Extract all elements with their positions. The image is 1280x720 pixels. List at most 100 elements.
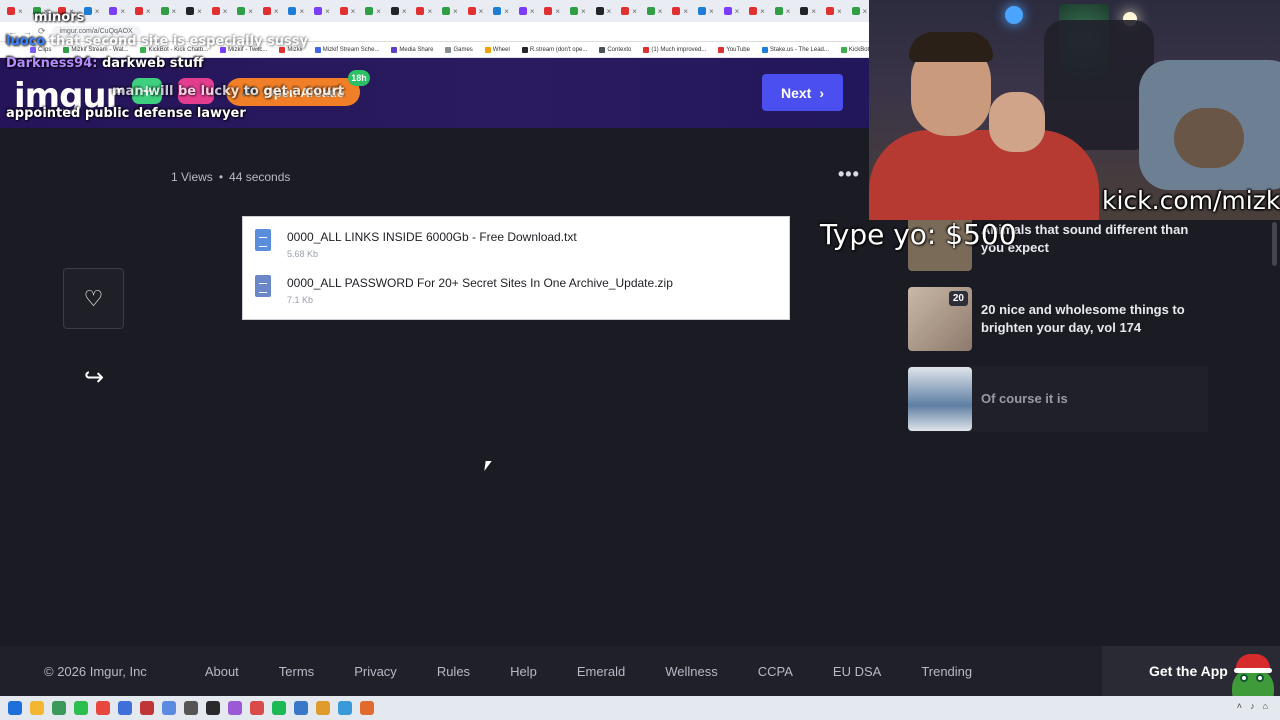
footer-link-trending[interactable]: Trending — [921, 664, 972, 679]
close-tab-icon[interactable]: × — [223, 7, 228, 16]
bookmark-item[interactable]: Wheel — [484, 46, 510, 53]
files-icon[interactable] — [30, 701, 44, 715]
close-tab-icon[interactable]: × — [376, 7, 381, 16]
browser-tab[interactable]: × — [183, 3, 205, 19]
close-tab-icon[interactable]: × — [248, 7, 253, 16]
volume-icon[interactable]: ♪ — [1250, 701, 1255, 711]
close-tab-icon[interactable]: × — [172, 7, 177, 16]
footer-link-eu-dsa[interactable]: EU DSA — [833, 664, 881, 679]
close-tab-icon[interactable]: × — [325, 7, 330, 16]
close-tab-icon[interactable]: × — [95, 7, 100, 16]
browser-tab[interactable]: × — [414, 3, 436, 19]
browser-tab[interactable]: × — [669, 3, 691, 19]
close-tab-icon[interactable]: × — [504, 7, 509, 16]
browser-tab[interactable]: × — [337, 3, 359, 19]
file-row[interactable]: 0000_ALL LINKS INSIDE 6000Gb - Free Down… — [243, 223, 789, 269]
close-tab-icon[interactable]: × — [581, 7, 586, 16]
footer-link-help[interactable]: Help — [510, 664, 537, 679]
close-tab-icon[interactable]: × — [837, 7, 842, 16]
share-button[interactable]: ↪ — [78, 362, 110, 392]
close-tab-icon[interactable]: × — [607, 7, 612, 16]
next-button[interactable]: Next › — [762, 74, 843, 111]
close-tab-icon[interactable]: × — [197, 7, 202, 16]
browser-tab[interactable]: × — [644, 3, 666, 19]
browser-tab[interactable]: × — [362, 3, 384, 19]
browser-tab[interactable]: × — [516, 3, 538, 19]
chrome-icon[interactable] — [96, 701, 110, 715]
browser-tab[interactable]: × — [823, 3, 845, 19]
file-row[interactable]: 0000_ALL PASSWORD For 20+ Secret Sites I… — [243, 269, 789, 315]
footer-link-rules[interactable]: Rules — [437, 664, 470, 679]
browser-tab[interactable]: × — [541, 3, 563, 19]
browser-tab[interactable]: × — [772, 3, 794, 19]
more-options-icon[interactable]: ••• — [838, 164, 860, 185]
close-tab-icon[interactable]: × — [735, 7, 740, 16]
close-tab-icon[interactable]: × — [479, 7, 484, 16]
related-post[interactable]: 20 20 nice and wholesome things to brigh… — [908, 286, 1208, 352]
app2-icon[interactable] — [74, 701, 88, 715]
browser-tab[interactable]: × — [311, 3, 333, 19]
footer-link-about[interactable]: About — [205, 664, 239, 679]
close-tab-icon[interactable]: × — [786, 7, 791, 16]
footer-link-emerald[interactable]: Emerald — [577, 664, 625, 679]
browser-tab[interactable]: × — [797, 3, 819, 19]
browser-tab[interactable]: × — [158, 3, 180, 19]
bookmark-item[interactable]: R.stream (don't ope... — [521, 46, 587, 53]
close-tab-icon[interactable]: × — [427, 7, 432, 16]
bookmark-item[interactable]: (1) Much improved... — [643, 46, 706, 53]
spotify-icon[interactable] — [272, 701, 286, 715]
browser-tab[interactable]: × — [593, 3, 615, 19]
app7-icon[interactable] — [206, 701, 220, 715]
bookmark-item[interactable]: YouTube — [718, 46, 750, 53]
app4-icon[interactable] — [140, 701, 154, 715]
related-post[interactable]: Of course it is — [908, 366, 1208, 432]
browser-tab[interactable]: × — [132, 3, 154, 19]
app8-icon[interactable] — [228, 701, 242, 715]
browser-tab[interactable]: × — [388, 3, 410, 19]
close-tab-icon[interactable]: × — [351, 7, 356, 16]
close-tab-icon[interactable]: × — [274, 7, 279, 16]
app9-icon[interactable] — [250, 701, 264, 715]
close-tab-icon[interactable]: × — [18, 7, 23, 16]
windows-icon[interactable] — [8, 701, 22, 715]
close-tab-icon[interactable]: × — [555, 7, 560, 16]
close-tab-icon[interactable]: × — [658, 7, 663, 16]
close-tab-icon[interactable]: × — [120, 7, 125, 16]
footer-link-privacy[interactable]: Privacy — [354, 664, 397, 679]
bookmark-item[interactable]: Media Share — [391, 46, 433, 53]
chevron-up-icon[interactable]: ˄ — [1237, 701, 1242, 711]
app3-icon[interactable] — [118, 701, 132, 715]
app6-icon[interactable] — [184, 701, 198, 715]
browser-tab[interactable]: × — [286, 3, 308, 19]
close-tab-icon[interactable]: × — [402, 7, 407, 16]
close-tab-icon[interactable]: × — [632, 7, 637, 16]
close-tab-icon[interactable]: × — [811, 7, 816, 16]
app12-icon[interactable] — [338, 701, 352, 715]
browser-tab[interactable]: × — [849, 3, 870, 19]
app13-icon[interactable] — [360, 701, 374, 715]
browser-tab[interactable]: × — [106, 3, 128, 19]
network-icon[interactable]: ⌂ — [1263, 701, 1268, 711]
footer-link-terms[interactable]: Terms — [279, 664, 314, 679]
browser-tab[interactable]: × — [439, 3, 461, 19]
browser-tab[interactable]: × — [746, 3, 768, 19]
browser-tab[interactable]: × — [209, 3, 231, 19]
browser-tab[interactable]: × — [260, 3, 282, 19]
close-tab-icon[interactable]: × — [760, 7, 765, 16]
bookmark-item[interactable]: Mizkif Stream Sche... — [314, 46, 379, 53]
browser-tab[interactable]: × — [618, 3, 640, 19]
close-tab-icon[interactable]: × — [863, 7, 868, 16]
app1-icon[interactable] — [52, 701, 66, 715]
app10-icon[interactable] — [294, 701, 308, 715]
browser-tab[interactable]: × — [4, 3, 26, 19]
footer-link-ccpa[interactable]: CCPA — [758, 664, 793, 679]
favorite-button[interactable]: ♡ — [63, 268, 124, 329]
bookmark-item[interactable]: KickBot Ot — [840, 46, 870, 53]
bookmark-item[interactable]: Stake.us - The Lead... — [761, 46, 829, 53]
close-tab-icon[interactable]: × — [683, 7, 688, 16]
browser-tab[interactable]: × — [721, 3, 743, 19]
close-tab-icon[interactable]: × — [709, 7, 714, 16]
close-tab-icon[interactable]: × — [146, 7, 151, 16]
close-tab-icon[interactable]: × — [530, 7, 535, 16]
bookmark-item[interactable]: Contexto — [599, 46, 631, 53]
